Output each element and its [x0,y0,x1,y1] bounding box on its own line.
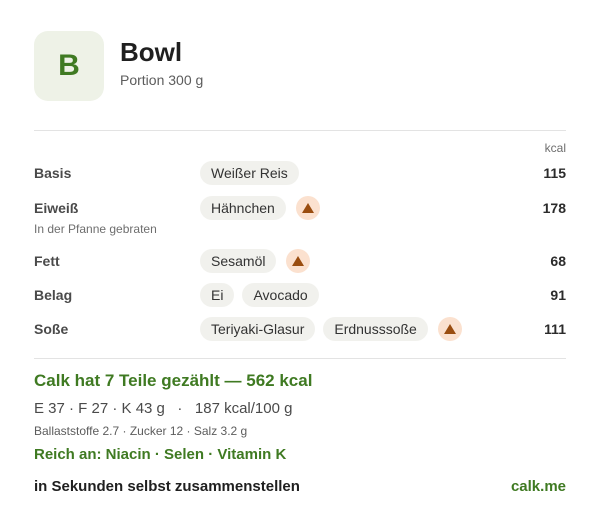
recipe-title: Bowl [120,37,183,67]
row-kcal: 91 [550,287,566,303]
ingredient-row-eiweiss: Eiweiß In der Pfanne gebraten Hähnchen 1… [34,195,566,236]
ingredient-chips: Sesamöl [200,249,506,273]
warning-icon[interactable] [286,249,311,273]
warning-icon[interactable] [295,196,320,220]
row-kcal: 111 [544,321,566,337]
ingredient-chip[interactable]: Erdnusssoße [323,317,428,341]
avatar-letter: B [58,49,80,82]
ingredient-row-sosse: Soße Teriyaki-Glasur Erdnusssoße 111 [34,316,566,342]
ingredient-chips: Ei Avocado [200,283,506,307]
warning-icon[interactable] [437,317,462,341]
ingredient-chip[interactable]: Teriyaki-Glasur [200,317,316,341]
recipe-card: B Bowl Portion 300 g kcal Basis Weißer R… [0,0,600,509]
calk-link[interactable]: calk.me [511,478,566,495]
recipe-avatar: B [34,31,104,101]
macros-line: E 37 · F 27 · K 43 g · 187 kcal/100 g [34,400,293,417]
ingredient-chip[interactable]: Hähnchen [200,196,286,220]
nutrient-details: Ballaststoffe 2.7 · Zucker 12 · Salz 3.2… [34,424,248,438]
divider-top [34,130,566,131]
row-preparation-note: In der Pfanne gebraten [34,222,157,236]
row-label: Eiweiß [34,200,79,216]
ingredient-row-fett: Fett Sesamöl 68 [34,248,566,274]
row-kcal: 178 [542,200,566,216]
kcal-unit-label: kcal [544,141,566,155]
row-kcal: 115 [543,165,566,181]
row-label: Soße [34,321,69,337]
title-block: Bowl Portion 300 g [120,37,203,88]
row-kcal: 68 [550,253,566,269]
footer-cta[interactable]: in Sekunden selbst zusammenstellen [34,478,300,495]
rich-in-line: Reich an: Niacin · Selen · Vitamin K [34,446,287,463]
ingredient-chips: Weißer Reis [200,161,506,185]
ingredient-row-basis: Basis Weißer Reis 115 [34,160,566,186]
divider-bottom [34,358,566,359]
summary-headline: Calk hat 7 Teile gezählt — 562 kcal [34,371,313,390]
ingredient-chip[interactable]: Sesamöl [200,249,277,273]
ingredient-chip[interactable]: Avocado [242,283,319,307]
ingredient-chip[interactable]: Weißer Reis [200,161,299,185]
recipe-header: B Bowl Portion 300 g [34,31,203,101]
portion-size: Portion 300 g [120,72,204,88]
ingredient-chips: Teriyaki-Glasur Erdnusssoße [200,317,506,341]
row-label: Basis [34,165,72,181]
row-label: Belag [34,287,73,303]
ingredient-row-belag: Belag Ei Avocado 91 [34,282,566,308]
ingredient-chips: Hähnchen [200,196,506,220]
row-label: Fett [34,253,60,269]
ingredient-chip[interactable]: Ei [200,283,235,307]
